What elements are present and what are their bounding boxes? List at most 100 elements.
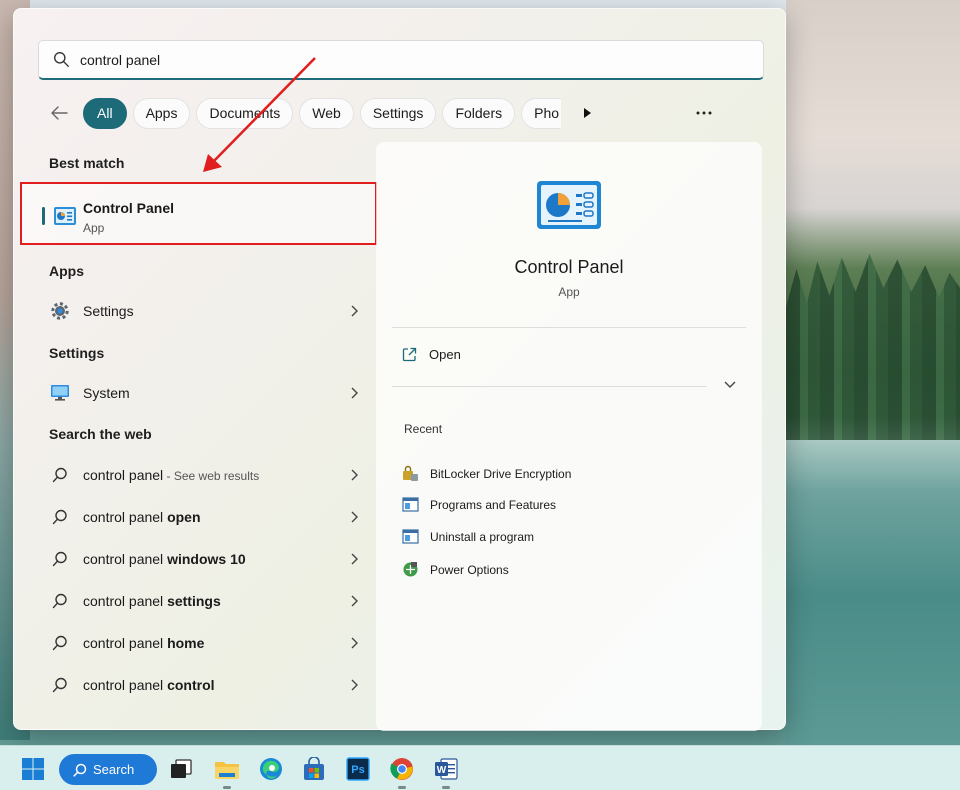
edge-icon — [260, 758, 282, 780]
web-result[interactable]: control panel settings — [49, 584, 359, 618]
file-explorer-button[interactable] — [211, 753, 243, 789]
search-icon — [54, 52, 69, 67]
filter-apps[interactable]: Apps — [132, 97, 191, 129]
web-result-text: control panel — [83, 635, 168, 651]
app-result-label: Settings — [83, 303, 134, 319]
web-result[interactable]: control panel home — [49, 626, 359, 660]
detail-panel: Control Panel App Open Recent BitLocker … — [376, 142, 762, 731]
search-icon — [52, 593, 67, 609]
best-match-subtitle: App — [83, 221, 105, 235]
photoshop-icon: Ps — [346, 757, 370, 781]
filter-documents[interactable]: Documents — [196, 97, 294, 129]
search-query: control panel — [80, 51, 161, 68]
running-indicator — [398, 786, 406, 789]
gear-icon — [51, 302, 69, 320]
filter-bar: All Apps Documents Web Settings Folders … — [44, 97, 593, 129]
svg-text:Ps: Ps — [351, 764, 364, 776]
file-explorer-icon — [215, 762, 239, 779]
recent-item[interactable]: Programs and Features — [402, 497, 556, 512]
back-arrow-icon[interactable] — [44, 98, 74, 128]
web-result-text: control panel — [83, 677, 168, 693]
search-icon — [52, 551, 67, 567]
chevron-down-icon[interactable] — [723, 380, 737, 390]
divider — [392, 386, 707, 387]
filter-web[interactable]: Web — [299, 97, 354, 129]
settings-result-system[interactable]: System — [49, 376, 359, 410]
search-input[interactable]: control panel — [38, 40, 764, 80]
store-button[interactable] — [298, 753, 330, 785]
chevron-right-icon — [351, 637, 358, 649]
section-best-match: Best match — [49, 155, 125, 171]
search-icon — [52, 635, 67, 651]
recent-item-label: BitLocker Drive Encryption — [430, 466, 572, 481]
open-action[interactable]: Open — [402, 347, 461, 362]
word-icon: W — [435, 758, 458, 780]
web-result[interactable]: control panel open — [49, 500, 359, 534]
recent-heading: Recent — [404, 422, 443, 436]
chevron-right-icon — [351, 553, 358, 565]
divider — [392, 327, 746, 328]
taskbar-search-button[interactable]: Search — [59, 754, 157, 785]
web-result-hint: - See web results — [163, 469, 260, 483]
control-panel-icon — [537, 181, 601, 229]
taskbar: Search Ps W — [0, 745, 960, 790]
start-button[interactable] — [17, 753, 49, 785]
filter-settings[interactable]: Settings — [359, 97, 437, 129]
svg-text:W: W — [437, 765, 447, 776]
chrome-button[interactable] — [386, 753, 418, 789]
app-result-settings[interactable]: Settings — [49, 294, 359, 328]
chevron-right-icon — [351, 469, 358, 481]
web-result-bold: open — [167, 509, 201, 525]
recent-item-label: Uninstall a program — [430, 529, 535, 544]
bitlocker-icon — [403, 465, 418, 481]
filter-folders[interactable]: Folders — [442, 97, 516, 129]
recent-item[interactable]: Power Options — [402, 561, 509, 578]
chevron-right-icon — [351, 595, 358, 607]
web-result-text: control panel — [83, 509, 168, 525]
word-button[interactable]: W — [430, 753, 462, 789]
section-apps: Apps — [49, 263, 84, 279]
best-match-control-panel[interactable]: Control Panel App — [20, 182, 377, 245]
task-view-button[interactable] — [165, 753, 197, 785]
settings-result-label: System — [83, 385, 130, 401]
selection-indicator — [42, 207, 45, 225]
search-icon — [52, 677, 67, 693]
windows-start-icon — [22, 758, 44, 780]
search-icon — [52, 467, 67, 483]
scroll-filters-right-icon[interactable] — [581, 107, 593, 119]
taskbar-search-label: Search — [93, 762, 135, 777]
web-result-text: control panel — [83, 593, 168, 609]
running-indicator — [442, 786, 450, 789]
programs-icon — [402, 497, 419, 512]
web-result[interactable]: control panel windows 10 — [49, 542, 359, 576]
programs-icon — [402, 529, 419, 544]
edge-button[interactable] — [255, 753, 287, 785]
web-result-text: control panel — [83, 467, 164, 483]
store-icon — [304, 757, 324, 780]
detail-title: Control Panel — [514, 257, 624, 277]
task-view-icon — [171, 759, 192, 778]
recent-item[interactable]: Uninstall a program — [402, 529, 534, 544]
open-label: Open — [429, 347, 461, 362]
chevron-right-icon — [351, 387, 358, 399]
monitor-icon — [51, 385, 69, 401]
web-result-bold: home — [167, 635, 205, 651]
filter-photos[interactable]: Pho — [521, 97, 562, 129]
web-result[interactable]: control panel control — [49, 668, 359, 702]
web-result[interactable]: control panel - See web results — [49, 458, 359, 492]
web-result-bold: settings — [167, 593, 221, 609]
web-result-text: control panel — [83, 551, 168, 567]
photoshop-button[interactable]: Ps — [342, 753, 374, 785]
recent-item[interactable]: BitLocker Drive Encryption — [402, 465, 571, 482]
detail-kind: App — [558, 285, 580, 299]
running-indicator — [223, 786, 231, 789]
web-result-bold: windows 10 — [167, 551, 246, 567]
more-options-icon[interactable] — [694, 105, 714, 121]
search-icon — [73, 763, 87, 777]
control-panel-icon — [54, 207, 76, 225]
filter-all[interactable]: All — [83, 97, 127, 129]
search-icon — [52, 509, 67, 525]
recent-item-label: Power Options — [430, 562, 509, 577]
chrome-icon — [390, 758, 413, 780]
start-search-panel: control panel All Apps Documents Web Set… — [13, 8, 786, 731]
